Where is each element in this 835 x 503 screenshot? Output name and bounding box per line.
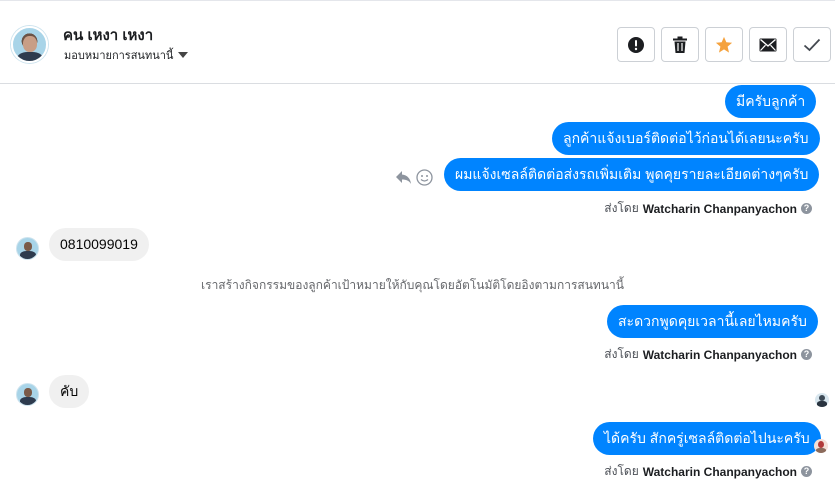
header-actions [617,27,831,62]
help-icon[interactable]: ? [801,466,812,477]
delete-button[interactable] [661,27,699,62]
sent-by-label: ส่งโดย Watcharin Chanpanyachon ? [604,345,812,364]
contact-avatar-small[interactable] [16,383,39,406]
seen-avatar [814,439,828,453]
checkmark-icon [803,38,821,51]
conversation-header: คน เหงา เหงา มอบหมายการสนทนานี้ [0,4,835,84]
incoming-message[interactable]: คับ [49,375,90,408]
assign-label: มอบหมายการสนทนานี้ [64,50,174,62]
sent-by-label: ส่งโดย Watcharin Chanpanyachon ? [604,199,812,218]
exclamation-circle-icon [628,36,644,53]
contact-avatar[interactable] [11,26,48,63]
help-icon[interactable]: ? [801,203,812,214]
outgoing-message[interactable]: ได้ครับ สักครู่เซลล์ติดต่อไปนะครับ [593,422,821,455]
emoji-icon[interactable] [416,169,433,186]
alert-button[interactable] [617,27,655,62]
star-button[interactable] [705,27,743,62]
mail-button[interactable] [749,27,787,62]
agent-name[interactable]: Watcharin Chanpanyachon [643,202,797,216]
outgoing-message[interactable]: สะดวกพูดคุยเวลานี้เลยไหมครับ [607,305,818,338]
done-button[interactable] [793,27,831,62]
sent-by-label: ส่งโดย Watcharin Chanpanyachon ? [604,462,812,481]
contact-avatar-small[interactable] [16,237,39,260]
reply-icon[interactable] [395,170,412,185]
seen-avatar [815,393,829,407]
trash-icon [673,36,687,53]
incoming-message[interactable]: 0810099019 [49,228,149,261]
assign-conversation-dropdown[interactable]: มอบหมายการสนทนานี้ [64,46,189,64]
help-icon[interactable]: ? [801,349,812,360]
agent-name[interactable]: Watcharin Chanpanyachon [643,348,797,362]
outgoing-message[interactable]: ลูกค้าแจ้งเบอร์ติดต่อไว้ก่อนได้เลยนะครับ [552,122,820,155]
message-actions [395,169,433,186]
outgoing-message[interactable]: มีครับลูกค้า [725,85,817,118]
system-message: เราสร้างกิจกรรมของลูกค้าเป้าหมายให้กับคุ… [201,278,624,292]
envelope-icon [759,38,777,51]
star-icon [715,36,733,53]
outgoing-message[interactable]: ผมแจ้งเซลล์ติดต่อส่งรถเพิ่มเติม พูดคุยรา… [444,158,820,191]
contact-name[interactable]: คน เหงา เหงา [63,23,153,47]
agent-name[interactable]: Watcharin Chanpanyachon [643,465,797,479]
caret-down-icon [178,52,189,58]
